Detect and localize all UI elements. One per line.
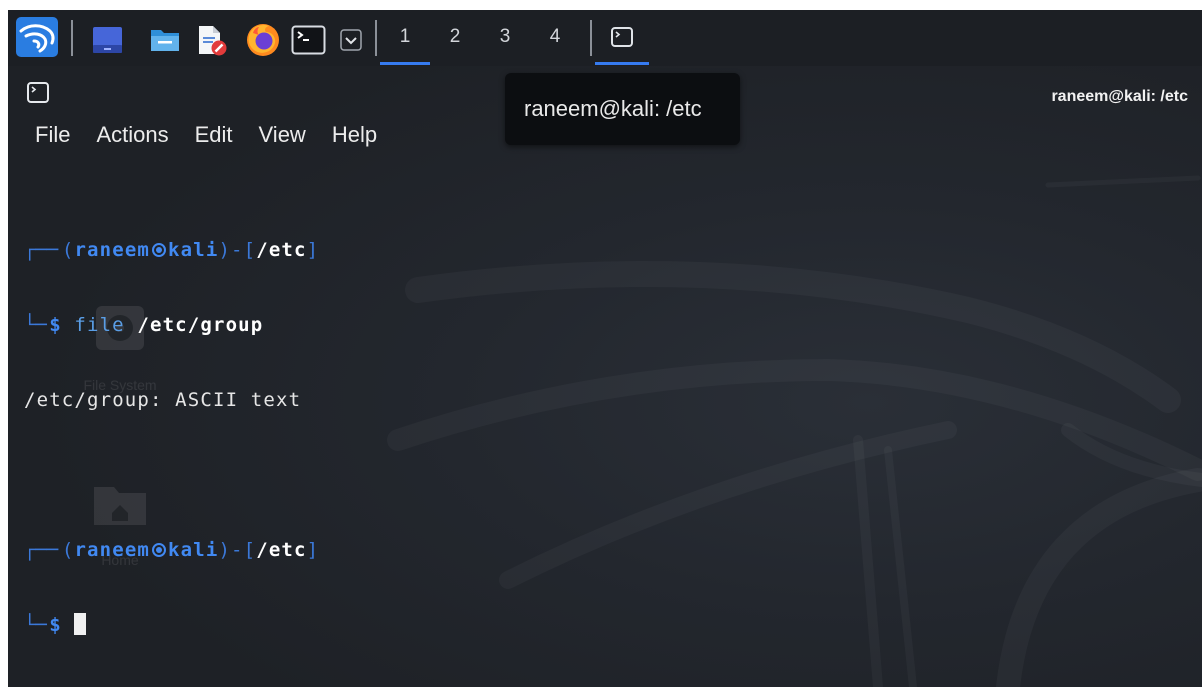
command-argument: /etc/group [137, 314, 264, 336]
prompt-corner-top: ┌── [24, 239, 59, 261]
prompt-open-paren: ( [61, 239, 75, 261]
workspace-2[interactable]: 2 [430, 10, 480, 66]
prompt-line-input: └─ $ [24, 613, 1202, 638]
terminal-icon [291, 25, 326, 55]
prompt-corner-bottom: └─ [24, 614, 47, 636]
terminal-output[interactable]: ┌──(raneem㉿kali)-[/etc] └─$file/etc/grou… [8, 188, 1202, 687]
menu-file[interactable]: File [35, 121, 70, 149]
taskbar-terminal-window-button[interactable] [595, 10, 649, 66]
prompt-line-top: ┌──(raneem㉿kali)-[/etc] [24, 538, 1202, 563]
menu-help[interactable]: Help [332, 121, 377, 149]
show-desktop-icon [93, 27, 122, 53]
menu-actions[interactable]: Actions [96, 121, 168, 149]
prompt-cwd: /etc [256, 539, 307, 561]
prompt-user: raneem [74, 239, 151, 261]
prompt-separator: )-[ [218, 239, 257, 261]
folder-icon [151, 30, 179, 51]
top-panel: 1 2 3 4 [8, 10, 1202, 66]
desktop-screen: File System Home 1 2 3 4 raneem@kali: /e… [8, 10, 1202, 687]
prompt-line-top: ┌──(raneem㉿kali)-[/etc] [24, 238, 1202, 263]
prompt-at-symbol: ㉿ [150, 541, 168, 559]
prompt-user: raneem [74, 539, 151, 561]
text-editor-icon [199, 26, 227, 56]
prompt-at-symbol: ㉿ [150, 241, 168, 259]
firefox-button[interactable] [245, 22, 281, 58]
workspace-4[interactable]: 4 [530, 10, 580, 66]
terminal-window-icon [27, 82, 49, 103]
panel-separator [375, 20, 377, 56]
chevron-down-icon [340, 29, 362, 51]
prompt-host: kali [168, 539, 219, 561]
prompt-symbol: $ [49, 314, 62, 336]
prompt-line-command: └─ $ file/etc/group [24, 313, 1202, 338]
terminal-cursor[interactable] [74, 613, 87, 635]
launcher-menu-button[interactable] [340, 29, 362, 51]
kali-dragon-icon [16, 17, 58, 57]
show-desktop-button[interactable] [93, 27, 122, 53]
tooltip-text: raneem@kali: /etc [524, 96, 702, 121]
text-editor-button[interactable] [195, 25, 227, 56]
prompt-corner-top: ┌── [24, 539, 59, 561]
menu-view[interactable]: View [259, 121, 306, 149]
firefox-icon [247, 24, 279, 56]
prompt-cwd: /etc [256, 239, 307, 261]
prompt-separator: )-[ [218, 539, 257, 561]
file-manager-button[interactable] [150, 27, 180, 52]
workspace-3[interactable]: 3 [480, 10, 530, 66]
workspace-1[interactable]: 1 [380, 10, 430, 66]
prompt-corner-bottom: └─ [24, 314, 47, 336]
prompt-open-paren: ( [61, 539, 75, 561]
menu-bar: File Actions Edit View Help [35, 121, 377, 149]
panel-separator [590, 20, 592, 56]
kali-menu-button[interactable] [15, 16, 59, 58]
command-output: /etc/group: ASCII text [24, 389, 302, 411]
window-title: raneem@kali: /etc [1051, 88, 1188, 105]
prompt-close-bracket: ] [306, 239, 320, 261]
terminal-launcher-button[interactable] [291, 25, 326, 55]
panel-separator [71, 20, 73, 56]
terminal-window-icon [611, 27, 633, 47]
prompt-symbol: $ [49, 614, 62, 636]
window-title-tooltip: raneem@kali: /etc [505, 73, 740, 145]
command-name: file [74, 314, 125, 336]
prompt-host: kali [168, 239, 219, 261]
menu-edit[interactable]: Edit [195, 121, 233, 149]
prompt-close-bracket: ] [306, 539, 320, 561]
